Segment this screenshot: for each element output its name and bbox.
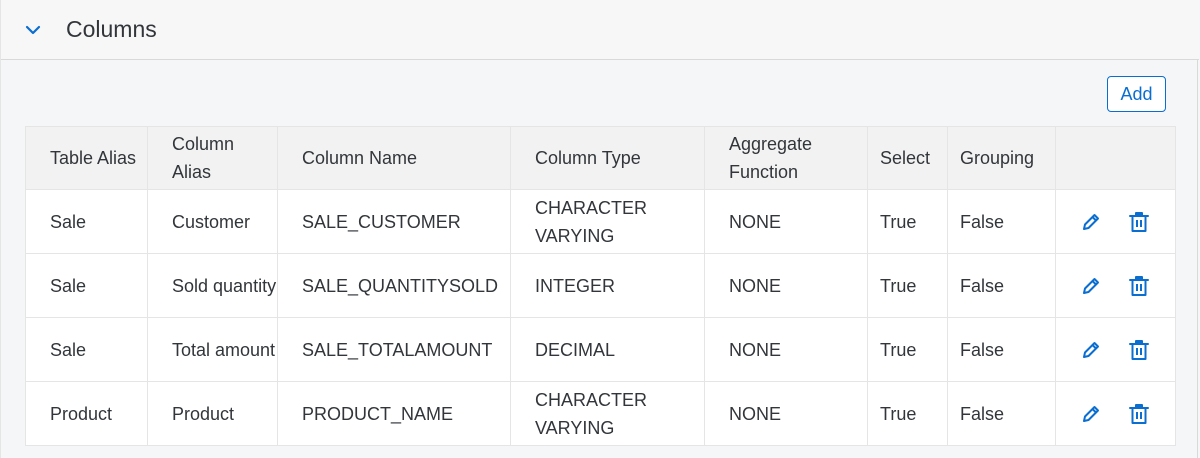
cell-select: True xyxy=(867,381,948,446)
cell-aggregate-function: NONE xyxy=(704,189,868,254)
pencil-icon[interactable] xyxy=(1080,338,1102,362)
cell-actions xyxy=(1055,189,1176,254)
trash-icon[interactable] xyxy=(1128,274,1150,298)
cell-column-name: SALE_QUANTITYSOLD xyxy=(277,253,511,318)
columns-table: Table Alias Column Alias Column Name Col… xyxy=(25,126,1176,446)
cell-select: True xyxy=(867,253,948,318)
header-column-name: Column Name xyxy=(277,126,511,190)
header-grouping: Grouping xyxy=(947,126,1056,190)
cell-column-name: SALE_CUSTOMER xyxy=(277,189,511,254)
cell-aggregate-function: NONE xyxy=(704,381,868,446)
cell-grouping: False xyxy=(947,253,1056,318)
table-row[interactable]: Product Product PRODUCT_NAME CHARACTER V… xyxy=(25,381,1176,446)
pencil-icon[interactable] xyxy=(1080,274,1102,298)
cell-select: True xyxy=(867,189,948,254)
cell-column-alias: Total amount xyxy=(147,317,278,382)
trash-icon[interactable] xyxy=(1128,338,1150,362)
cell-select: True xyxy=(867,317,948,382)
chevron-down-icon[interactable] xyxy=(23,22,43,38)
cell-column-alias: Customer xyxy=(147,189,278,254)
panel-title: Columns xyxy=(66,16,157,42)
header-actions xyxy=(1055,126,1176,190)
panel-header[interactable]: Columns xyxy=(1,0,1199,60)
cell-column-alias: Product xyxy=(147,381,278,446)
cell-column-type: INTEGER xyxy=(510,253,705,318)
cell-table-alias: Sale xyxy=(25,253,148,318)
cell-column-alias: Sold quantity xyxy=(147,253,278,318)
cell-actions xyxy=(1055,253,1176,318)
trash-icon[interactable] xyxy=(1128,210,1150,234)
add-button[interactable]: Add xyxy=(1107,76,1166,112)
cell-grouping: False xyxy=(947,381,1056,446)
cell-grouping: False xyxy=(947,317,1056,382)
cell-column-type: DECIMAL xyxy=(510,317,705,382)
columns-panel: Columns Add Table Alias Column Alias Col… xyxy=(0,0,1199,458)
pencil-icon[interactable] xyxy=(1080,210,1102,234)
cell-column-type: CHARACTER VARYING xyxy=(510,189,705,254)
header-select: Select xyxy=(867,126,948,190)
cell-aggregate-function: NONE xyxy=(704,253,868,318)
trash-icon[interactable] xyxy=(1128,402,1150,426)
cell-table-alias: Product xyxy=(25,381,148,446)
header-column-alias: Column Alias xyxy=(147,126,278,190)
cell-table-alias: Sale xyxy=(25,189,148,254)
cell-actions xyxy=(1055,317,1176,382)
header-table-alias: Table Alias xyxy=(25,126,148,190)
header-column-type: Column Type xyxy=(510,126,705,190)
header-aggregate-function: Aggregate Function xyxy=(704,126,868,190)
cell-column-name: PRODUCT_NAME xyxy=(277,381,511,446)
cell-column-name: SALE_TOTALAMOUNT xyxy=(277,317,511,382)
cell-grouping: False xyxy=(947,189,1056,254)
cell-aggregate-function: NONE xyxy=(704,317,868,382)
cell-table-alias: Sale xyxy=(25,317,148,382)
pencil-icon[interactable] xyxy=(1080,402,1102,426)
table-header-row: Table Alias Column Alias Column Name Col… xyxy=(25,126,1176,190)
cell-actions xyxy=(1055,381,1176,446)
table-row[interactable]: Sale Total amount SALE_TOTALAMOUNT DECIM… xyxy=(25,317,1176,382)
cell-column-type: CHARACTER VARYING xyxy=(510,381,705,446)
table-row[interactable]: Sale Sold quantity SALE_QUANTITYSOLD INT… xyxy=(25,253,1176,318)
table-row[interactable]: Sale Customer SALE_CUSTOMER CHARACTER VA… xyxy=(25,189,1176,254)
